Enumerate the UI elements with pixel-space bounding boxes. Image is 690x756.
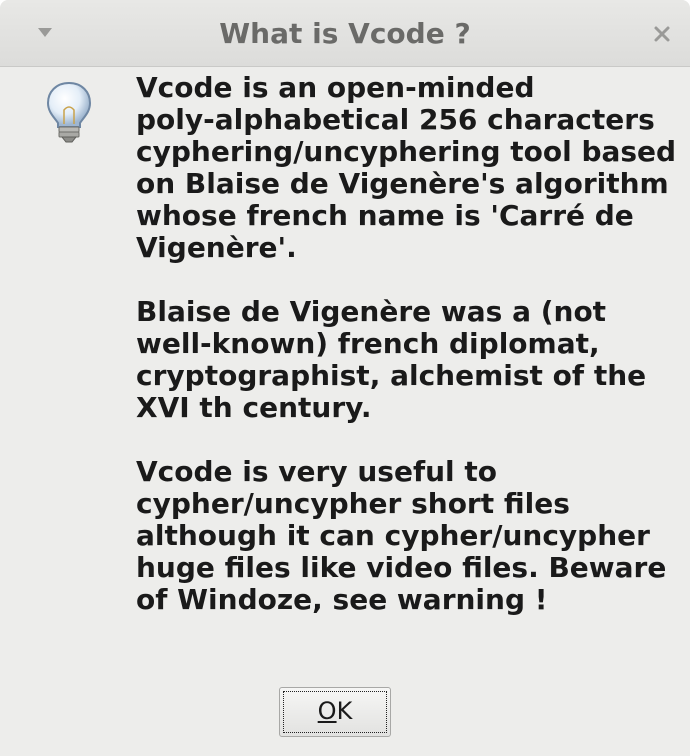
window-title: What is Vcode ? bbox=[219, 17, 471, 50]
ok-label-rest: K bbox=[336, 697, 353, 725]
close-icon[interactable] bbox=[648, 20, 676, 48]
title-bar[interactable]: What is Vcode ? bbox=[0, 0, 690, 67]
paragraph-history: Blaise de Vigenère was a (not well-known… bbox=[136, 295, 647, 424]
dialog-window: What is Vcode ? Vcode is an open-minded … bbox=[0, 0, 690, 756]
paragraph-usage: Vcode is very useful to cypher/uncypher … bbox=[136, 455, 667, 616]
ok-button-label: OK bbox=[280, 696, 390, 726]
ok-button[interactable]: OK bbox=[279, 687, 391, 737]
paragraph-intro: Vcode is an open-minded poly-alphabetica… bbox=[136, 71, 677, 264]
message-text: Vcode is an open-minded poly-alphabetica… bbox=[136, 72, 680, 648]
lightbulb-icon bbox=[46, 81, 92, 143]
ok-mnemonic: O bbox=[317, 697, 337, 725]
